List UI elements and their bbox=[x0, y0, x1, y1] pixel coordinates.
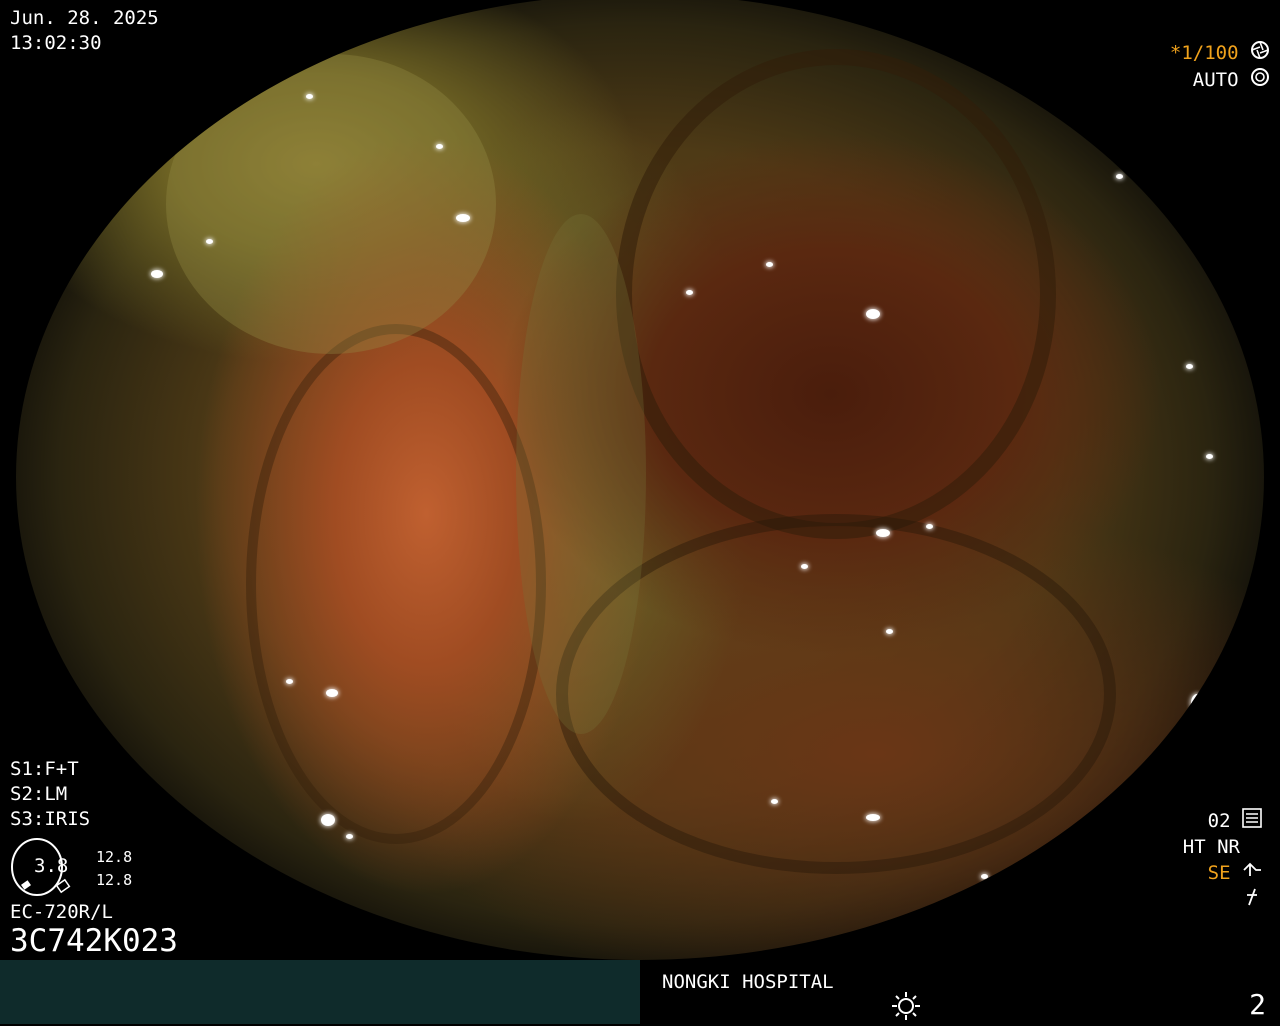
specular-highlight bbox=[1206, 454, 1213, 459]
bottom-bar-left bbox=[0, 960, 640, 1024]
left-mucosa-fold bbox=[246, 324, 546, 844]
specular-highlight bbox=[1186, 364, 1193, 369]
brightness-icon bbox=[890, 990, 922, 1026]
time-label: 13:02:30 bbox=[10, 32, 102, 54]
specular-highlight bbox=[306, 94, 313, 99]
debris-patch bbox=[166, 54, 496, 354]
specular-highlight bbox=[686, 290, 693, 295]
gauge-lower: 12.8 bbox=[96, 871, 133, 889]
exposure-mode: AUTO bbox=[1192, 69, 1239, 91]
specular-highlight bbox=[926, 524, 933, 529]
specular-highlight bbox=[1191, 694, 1203, 712]
scope-settings: S1:F+T S2:LM S3:IRIS bbox=[10, 757, 90, 832]
bottom-bar-right: NONGKI HOSPITAL 2 bbox=[640, 960, 1280, 1024]
zoom-gauge: 3.8 bbox=[10, 836, 92, 898]
bottom-status-bar: NONGKI HOSPITAL 2 bbox=[0, 960, 1280, 1024]
specular-highlight bbox=[346, 834, 353, 839]
gauge-upper: 12.8 bbox=[96, 848, 133, 866]
specular-highlight bbox=[151, 270, 163, 278]
gauge-value: 3.8 bbox=[34, 855, 69, 877]
date-time: Jun. 28. 2025 13:02:30 bbox=[10, 6, 159, 56]
specular-highlight bbox=[286, 679, 293, 684]
image-processing-status: 02 HT NR SE bbox=[1183, 808, 1262, 914]
setting-s1: S1:F+T bbox=[10, 758, 79, 780]
mode-settings-icon bbox=[1242, 808, 1262, 835]
date-label: Jun. 28. 2025 bbox=[10, 7, 159, 29]
hospital-name: NONGKI HOSPITAL bbox=[662, 971, 834, 993]
specular-highlight bbox=[436, 144, 443, 149]
specular-highlight bbox=[886, 629, 893, 634]
shutter-status: *1/100 AUTO bbox=[1170, 40, 1270, 94]
specular-highlight bbox=[206, 239, 213, 244]
setting-s3: S3:IRIS bbox=[10, 808, 91, 830]
debris-column bbox=[516, 214, 646, 734]
specular-highlight bbox=[1116, 174, 1123, 179]
setting-s2: S2:LM bbox=[10, 783, 68, 805]
specular-highlight bbox=[801, 564, 808, 569]
se-label: SE bbox=[1207, 862, 1231, 884]
scope-serial: 3C742K023 bbox=[10, 923, 178, 959]
specular-highlight bbox=[766, 262, 773, 267]
specular-highlight bbox=[866, 814, 880, 821]
specular-highlight bbox=[771, 799, 778, 804]
mode-number: 02 bbox=[1207, 810, 1231, 832]
structure-enhance-icon bbox=[1242, 860, 1262, 887]
specular-highlight bbox=[866, 309, 880, 319]
shutter-speed: *1/100 bbox=[1169, 42, 1239, 64]
specular-highlight bbox=[321, 814, 335, 826]
specular-highlight bbox=[981, 874, 988, 879]
lumen-dark-fold bbox=[616, 49, 1056, 539]
specular-highlight bbox=[456, 214, 470, 222]
iris-icon bbox=[1250, 67, 1270, 94]
specular-highlight bbox=[876, 529, 890, 537]
shutter-icon bbox=[1250, 40, 1270, 67]
ht-nr-label: HT NR bbox=[1182, 836, 1240, 858]
specular-highlight bbox=[326, 689, 338, 697]
endoscopic-image bbox=[16, 0, 1264, 960]
flash-off-icon bbox=[1242, 887, 1262, 914]
page-number: 2 bbox=[1249, 988, 1266, 1021]
